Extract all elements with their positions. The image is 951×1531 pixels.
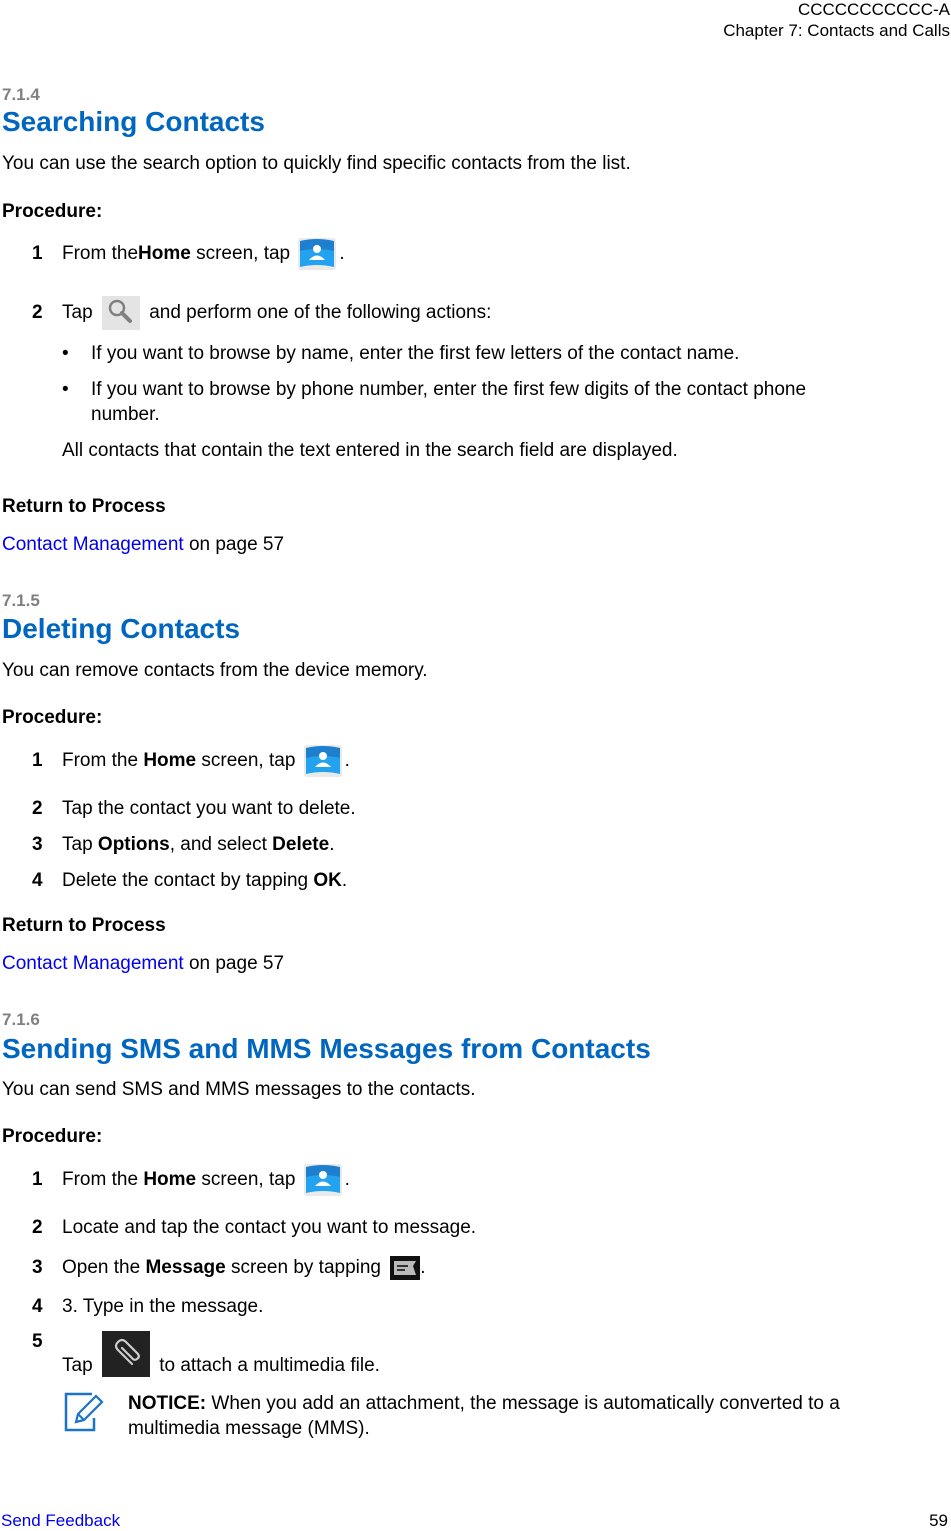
bullet-item: • If you want to browse by phone number,… [62, 379, 806, 401]
step-bold-text: Home [143, 750, 197, 771]
procedure-label: Procedure: [2, 1126, 103, 1147]
notice-body: multimedia message (MMS). [128, 1418, 370, 1439]
procedure-step: 3 Tap Options , and select Delete . [32, 834, 334, 856]
step-text: and perform one of the following actions… [143, 302, 492, 323]
section-title: Sending SMS and MMS Messages from Contac… [2, 1033, 651, 1064]
step-number: 4 [32, 870, 43, 891]
procedure-step: 2 Locate and tap the contact you want to… [32, 1217, 476, 1239]
bullet-text-continuation: number. [91, 404, 160, 425]
step-number: 5 [32, 1331, 43, 1352]
step-text: . [339, 243, 345, 264]
step-number: 1 [32, 1169, 43, 1190]
step-bold-text: Options [97, 834, 170, 855]
step-text: to attach a multimedia file. [153, 1355, 380, 1376]
step-text: 3. Type in the message. [62, 1296, 264, 1317]
step-result: All contacts that contain the text enter… [62, 440, 678, 461]
section-intro: You can send SMS and MMS messages to the… [2, 1079, 476, 1100]
search-icon [101, 296, 140, 330]
step-text: Open the [62, 1257, 146, 1278]
contacts-app-icon [303, 1164, 342, 1196]
step-bold-text: Message [145, 1257, 226, 1278]
procedure-label: Procedure: [2, 201, 103, 222]
step-text: . [420, 1257, 426, 1278]
contact-management-link[interactable]: Contact Management [2, 953, 184, 974]
step-text: screen, tap [196, 1169, 301, 1190]
procedure-step: 2 Tap and perform one of the following a… [32, 296, 491, 330]
procedure-step: 1 From the Home screen, tap . [32, 744, 350, 778]
bullet-marker: • [62, 343, 69, 364]
document-id: CCCCCCCCCCC-A [797, 0, 950, 19]
step-bold-text: Home [138, 243, 191, 264]
step-text: screen by tapping [225, 1257, 387, 1278]
page-reference: on page 57 [183, 534, 285, 555]
section-number: 7.1.6 [2, 1010, 40, 1029]
page-reference: on page 57 [183, 953, 285, 974]
step-text: Tap the contact you want to delete. [62, 798, 356, 819]
step-number: 3 [32, 834, 43, 855]
step-text: screen, tap [190, 243, 296, 264]
procedure-step: 2 Tap the contact you want to delete. [32, 798, 356, 820]
step-text: , and select [169, 834, 273, 855]
return-link-line: Contact Management on page 57 [2, 534, 284, 556]
message-icon [390, 1256, 421, 1280]
return-to-process-label: Return to Process [2, 915, 166, 936]
contacts-app-icon [303, 745, 342, 777]
contact-management-link[interactable]: Contact Management [2, 534, 184, 555]
step-text: Tap [62, 302, 98, 323]
procedure-step: 1 From the Home screen, tap . [32, 1163, 350, 1197]
step-text: Tap [62, 1355, 98, 1376]
bullet-item: • If you want to browse by name, enter t… [62, 343, 739, 365]
step-bold-text: Home [143, 1169, 197, 1190]
step-bold-text: Delete [272, 834, 330, 855]
chapter-title: Chapter 7: Contacts and Calls [723, 21, 950, 40]
step-text: . [329, 834, 335, 855]
step-number: 2 [32, 798, 43, 819]
procedure-label: Procedure: [2, 707, 103, 728]
return-to-process-label: Return to Process [2, 496, 166, 517]
bullet-marker: • [62, 379, 69, 400]
page-number: 59 [929, 1511, 948, 1530]
send-feedback-link[interactable]: Send Feedback [1, 1511, 120, 1531]
step-number: 3 [32, 1257, 43, 1278]
step-text: . [344, 1169, 350, 1190]
step-number: 2 [32, 1217, 43, 1238]
step-text: From the [62, 1169, 144, 1190]
bullet-text: If you want to browse by name, enter the… [91, 343, 740, 364]
section-title: Deleting Contacts [2, 613, 241, 644]
step-text: screen, tap [196, 750, 301, 771]
step-text: . [341, 870, 348, 891]
step-bold-text: OK [313, 870, 342, 891]
step-text: From the [62, 243, 139, 264]
step-number: 4 [32, 1296, 43, 1317]
procedure-step: 4 3. Type in the message. [32, 1296, 263, 1318]
section-number: 7.1.5 [2, 591, 40, 610]
section-number: 7.1.4 [2, 85, 40, 104]
step-text: From the [62, 750, 144, 771]
notice-label: NOTICE: [128, 1393, 207, 1414]
step-text: . [344, 750, 350, 771]
attachment-icon [101, 1331, 150, 1377]
step-number: 1 [32, 750, 43, 771]
section-intro: You can use the search option to quickly… [2, 153, 631, 174]
notice-body: When you add an attachment, the message … [206, 1393, 840, 1414]
contacts-app-icon [298, 238, 337, 270]
bullet-text: If you want to browse by phone number, e… [91, 379, 807, 400]
return-link-line: Contact Management on page 57 [2, 953, 284, 975]
step-number: 2 [32, 302, 43, 323]
section-intro: You can remove contacts from the device … [2, 660, 428, 681]
procedure-step: 4 Delete the contact by tapping OK . [32, 870, 347, 892]
section-title: Searching Contacts [2, 106, 265, 137]
step-text: Tap [62, 834, 98, 855]
procedure-step: Tap to attach a multimedia file. [62, 1331, 380, 1377]
step-text: Delete the contact by tapping [62, 870, 314, 891]
notice-pencil-icon [64, 1392, 104, 1432]
step-number: 1 [32, 243, 43, 264]
step-text: Locate and tap the contact you want to m… [62, 1217, 477, 1238]
notice-text: NOTICE: When you add an attachment, the … [128, 1391, 928, 1441]
procedure-step: 3 Open the Message screen by tapping . [32, 1256, 426, 1280]
procedure-step: 1 From the Home screen, tap . [32, 237, 345, 271]
